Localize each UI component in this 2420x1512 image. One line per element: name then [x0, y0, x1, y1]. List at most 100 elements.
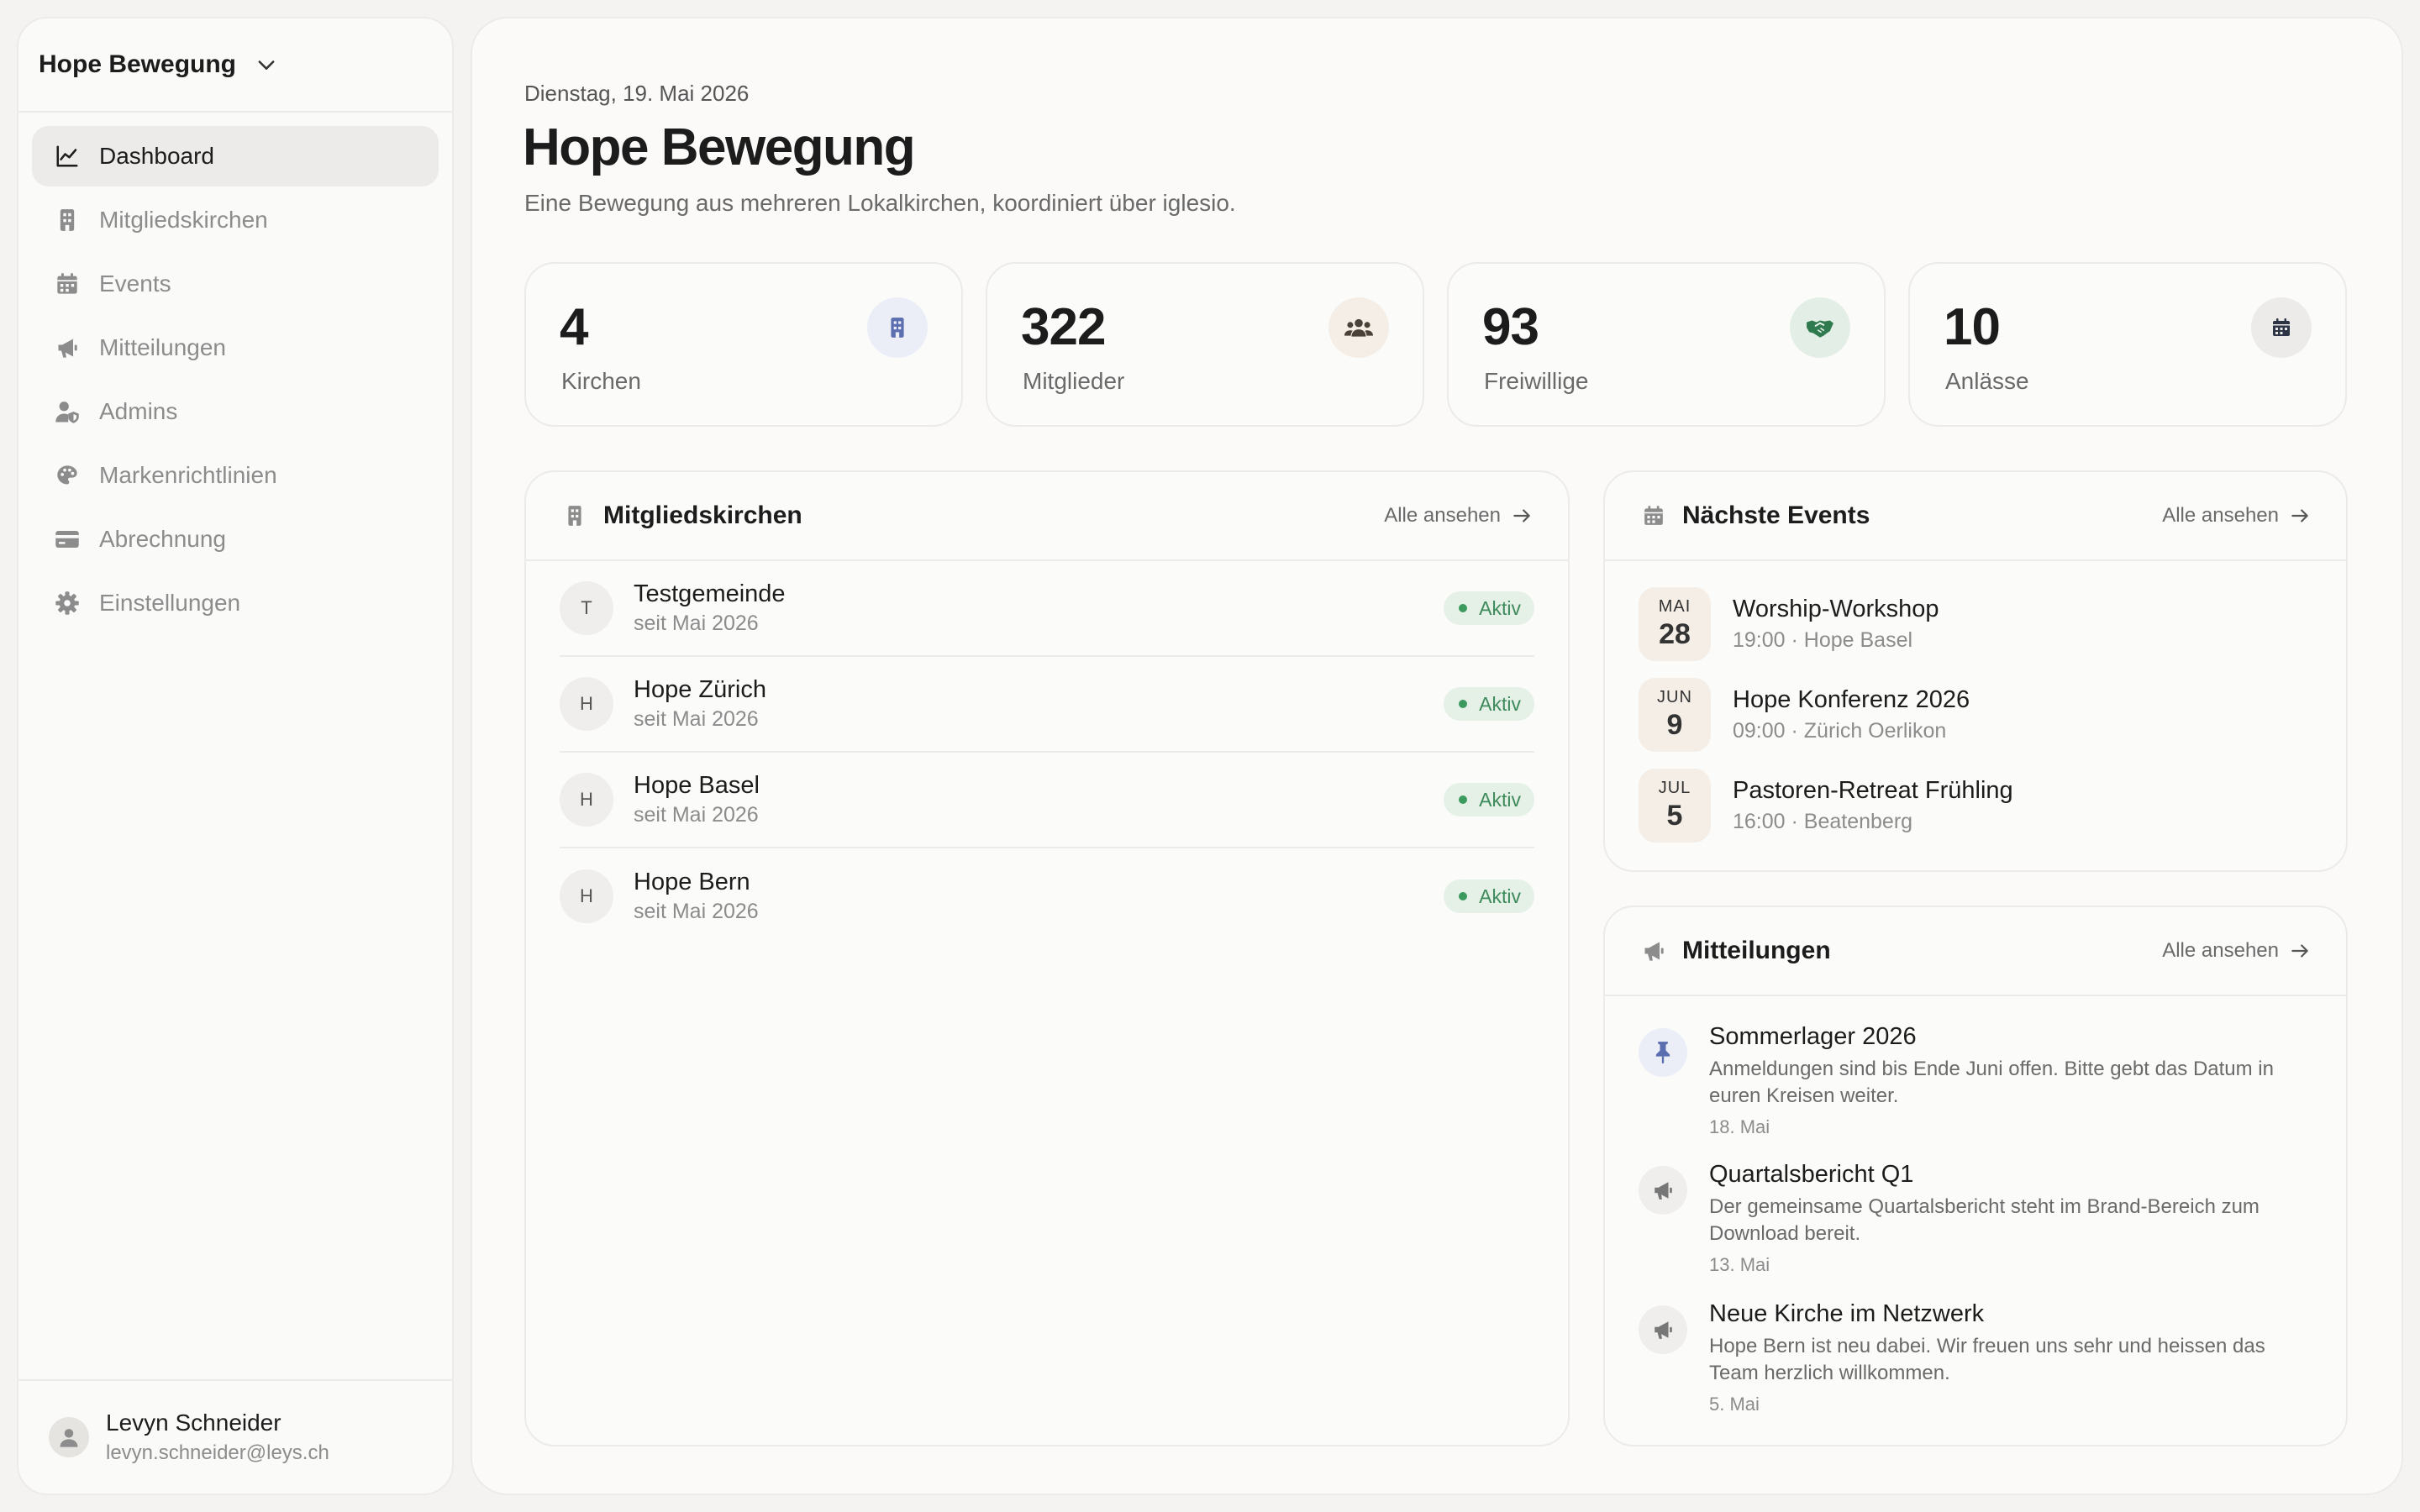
main-content: Dienstag, 19. Mai 2026 Hope Bewegung Ein…	[471, 17, 2403, 1495]
palette-icon	[54, 462, 81, 489]
sidebar-item-label: Markenrichtlinien	[99, 462, 277, 488]
churches-view-all-link[interactable]: Alle ansehen	[1384, 504, 1533, 528]
link-label: Alle ansehen	[2162, 504, 2279, 527]
stat-label: Freiwillige	[1484, 368, 1589, 394]
megaphone-icon	[1639, 1166, 1687, 1215]
event-name: Pastoren-Retreat Frühling	[1733, 777, 2013, 804]
church-since: seit Mai 2026	[634, 803, 759, 827]
message-body: Hope Bern ist neu dabei. Wir freuen uns …	[1709, 1335, 2265, 1384]
church-row[interactable]: H Hope Zürich seit Mai 2026 Aktiv	[560, 657, 1534, 753]
sidebar-item-mitgliedskirchen[interactable]: Mitgliedskirchen	[32, 190, 439, 250]
sidebar-item-markenrichtlinien[interactable]: Markenrichtlinien	[32, 445, 439, 506]
event-date-badge: JUN 9	[1639, 678, 1711, 752]
sidebar-item-events[interactable]: Events	[32, 254, 439, 314]
sidebar-item-label: Mitgliedskirchen	[99, 207, 268, 233]
church-avatar: T	[560, 581, 613, 635]
event-item[interactable]: MAI 28 Worship-Workshop 19:00 · Hope Basel	[1639, 586, 1939, 662]
avatar	[49, 1417, 89, 1457]
message-date: 13. Mai	[1709, 1254, 1770, 1275]
org-switcher[interactable]: Hope Bewegung	[18, 18, 452, 113]
stat-card-anlaesse: 10 Anlässe	[1908, 262, 2347, 427]
handshake-icon	[1790, 297, 1850, 358]
message-date: 18. Mai	[1709, 1116, 1770, 1137]
church-name: Hope Zürich	[634, 676, 766, 703]
event-month: JUN	[1657, 688, 1692, 706]
user-profile[interactable]: Levyn Schneider levyn.schneider@leys.ch	[18, 1379, 452, 1494]
sidebar-item-dashboard[interactable]: Dashboard	[32, 126, 439, 186]
church-row[interactable]: H Hope Basel seit Mai 2026 Aktiv	[560, 753, 1534, 848]
messages-view-all-link[interactable]: Alle ansehen	[2162, 939, 2311, 963]
arrow-right-icon	[2289, 505, 2311, 527]
stat-card-freiwillige: 93 Freiwillige	[1447, 262, 1886, 427]
page-title: Hope Bewegung	[523, 118, 916, 176]
event-item[interactable]: JUL 5 Pastoren-Retreat Frühling 16:00 · Be…	[1639, 768, 2013, 843]
church-avatar: H	[560, 677, 613, 731]
calendar-icon	[54, 270, 81, 297]
event-item[interactable]: JUN 9 Hope Konferenz 2026 09:00 · Zürich O…	[1639, 677, 1970, 753]
chevron-down-icon	[255, 52, 280, 77]
churches-panel-header: Mitgliedskirchen Alle ansehen	[526, 472, 1568, 561]
megaphone-icon	[1639, 1305, 1687, 1354]
calendar-icon	[2251, 297, 2312, 358]
message-item[interactable]: Neue Kirche im Netzwerk Hope Bern ist neu…	[1639, 1300, 2346, 1415]
chart-line-icon	[54, 143, 81, 170]
users-icon	[1328, 297, 1389, 358]
megaphone-icon	[1642, 939, 1665, 963]
stat-label: Kirchen	[561, 368, 641, 394]
sidebar-item-label: Abrechnung	[99, 526, 227, 552]
church-since: seit Mai 2026	[634, 707, 759, 731]
messages-panel-header: Mitteilungen Alle ansehen	[1605, 907, 2346, 996]
sidebar-nav: Dashboard Mitgliedskirchen Events Mittei…	[18, 113, 452, 633]
user-name: Levyn Schneider	[106, 1410, 281, 1436]
sidebar-item-label: Einstellungen	[99, 590, 241, 616]
event-month: MAI	[1658, 597, 1691, 616]
sidebar-item-label: Mitteilungen	[99, 334, 226, 360]
event-date-badge: MAI 28	[1639, 587, 1711, 661]
calendar-icon	[1642, 504, 1665, 528]
user-shield-icon	[54, 398, 81, 425]
stat-value: 10	[1944, 298, 2001, 356]
message-body: Der gemeinsame Quartalsbericht steht im …	[1709, 1195, 2260, 1245]
message-title: Quartalsbericht Q1	[1709, 1161, 1914, 1188]
sidebar-item-label: Events	[99, 270, 171, 297]
stat-label: Mitglieder	[1023, 368, 1125, 394]
status-label: Aktiv	[1479, 788, 1521, 811]
church-avatar: H	[560, 773, 613, 827]
current-date: Dienstag, 19. Mai 2026	[524, 81, 750, 106]
arrow-right-icon	[1511, 505, 1533, 527]
stat-value: 4	[560, 298, 588, 356]
event-detail: 19:00 · Hope Basel	[1733, 628, 1913, 652]
events-panel: Nächste Events Alle ansehen MAI 28 Worshi…	[1603, 470, 2348, 872]
panel-title: Mitteilungen	[1682, 937, 1831, 964]
message-item[interactable]: Sommerlager 2026 Anmeldungen sind bis End…	[1639, 1023, 2346, 1138]
status-label: Aktiv	[1479, 596, 1521, 619]
message-title: Neue Kirche im Netzwerk	[1709, 1300, 1985, 1327]
sidebar-item-einstellungen[interactable]: Einstellungen	[32, 573, 439, 633]
stat-value: 322	[1021, 298, 1106, 356]
credit-card-icon	[54, 526, 81, 553]
churches-panel: Mitgliedskirchen Alle ansehen T Testgeme…	[524, 470, 1570, 1446]
church-since: seit Mai 2026	[634, 612, 759, 635]
church-row[interactable]: T Testgemeinde seit Mai 2026 Aktiv	[560, 561, 1534, 657]
megaphone-icon	[54, 334, 81, 361]
church-avatar: H	[560, 869, 613, 923]
stat-label: Anlässe	[1945, 368, 2029, 394]
building-icon	[54, 207, 81, 234]
status-label: Aktiv	[1479, 692, 1521, 715]
events-view-all-link[interactable]: Alle ansehen	[2162, 504, 2311, 528]
event-detail: 09:00 · Zürich Oerlikon	[1733, 719, 1947, 743]
sidebar-item-label: Admins	[99, 398, 178, 424]
church-name: Hope Basel	[634, 772, 760, 799]
link-label: Alle ansehen	[1384, 504, 1501, 527]
messages-panel: Mitteilungen Alle ansehen Sommerlager 20…	[1603, 906, 2348, 1446]
sidebar-item-mitteilungen[interactable]: Mitteilungen	[32, 318, 439, 378]
event-name: Hope Konferenz 2026	[1733, 686, 1970, 713]
church-name: Hope Bern	[634, 869, 750, 895]
message-item[interactable]: Quartalsbericht Q1 Der gemeinsame Quartal…	[1639, 1161, 2346, 1276]
building-icon	[867, 297, 928, 358]
church-row[interactable]: H Hope Bern seit Mai 2026 Aktiv	[560, 848, 1534, 944]
stat-value: 93	[1482, 298, 1539, 356]
sidebar-item-admins[interactable]: Admins	[32, 381, 439, 442]
sidebar-item-abrechnung[interactable]: Abrechnung	[32, 509, 439, 570]
status-badge: Aktiv	[1444, 879, 1534, 913]
